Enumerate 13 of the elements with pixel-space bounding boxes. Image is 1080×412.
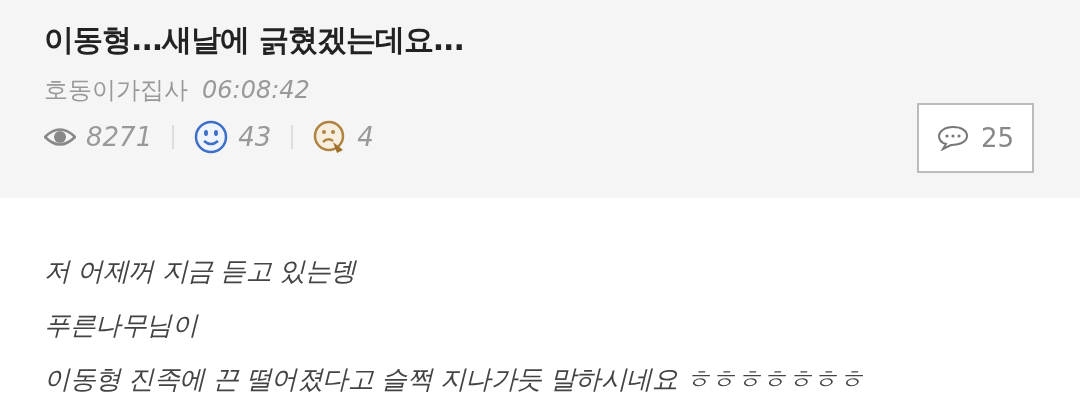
post-title: 이동형...새날에 긁혔겠는데요... (44, 21, 464, 59)
comment-button[interactable]: 25 (917, 103, 1034, 173)
body-text-line: 푸른나무님이 (44, 309, 200, 342)
body-text-line: 저 어제꺼 지금 듣고 있는뎅 (44, 255, 358, 288)
dislike-count: 4 (357, 122, 374, 152)
smiley-icon[interactable] (194, 120, 229, 154)
post-time: 06:08:42 (202, 75, 310, 106)
body-text-line: 이동형 진족에 끈 떨어졌다고 슬쩍 지나가듯 말하시네요 ㅎㅎㅎㅎㅎㅎㅎ (44, 363, 865, 396)
eye-icon (44, 126, 76, 148)
speech-bubble-icon (936, 125, 969, 151)
like-count: 43 (238, 122, 272, 152)
view-count: 8271 (86, 122, 153, 152)
author-name[interactable]: 호동이가집사 (44, 72, 188, 108)
